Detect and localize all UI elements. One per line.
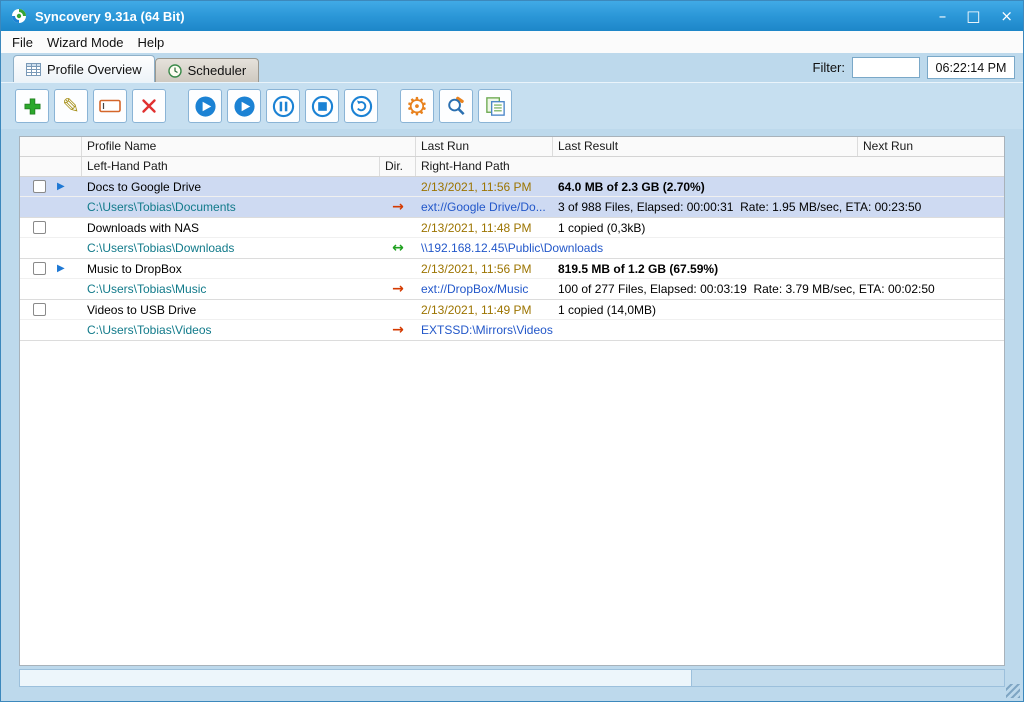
last-result-value: 819.5 MB of 1.2 GB (67.59%) bbox=[558, 261, 719, 276]
profile-name[interactable]: Music to DropBox bbox=[82, 262, 416, 276]
running-indicator-icon: ▶ bbox=[57, 181, 65, 192]
stop-icon bbox=[311, 95, 334, 118]
last-result-value: 64.0 MB of 2.3 GB (2.70%) bbox=[558, 179, 705, 194]
last-run-value: 2/13/2021, 11:49 PM bbox=[421, 302, 532, 317]
profile-checkbox[interactable] bbox=[33, 262, 46, 275]
table-header-row-1: Profile Name Last Run Last Result Next R… bbox=[20, 137, 1004, 157]
tab-strip: Profile Overview Scheduler Filter: 06:22… bbox=[1, 53, 1023, 82]
copy-profiles-button[interactable] bbox=[478, 89, 512, 123]
left-path-link[interactable]: C:\Users\Tobias\Downloads bbox=[82, 241, 380, 255]
scrollbar-thumb[interactable] bbox=[20, 670, 692, 686]
column-header-next-run: Next Run bbox=[863, 139, 914, 153]
rename-profile-button[interactable] bbox=[93, 89, 127, 123]
profile-checkbox[interactable] bbox=[33, 221, 46, 234]
run-attended-play-icon bbox=[233, 95, 256, 118]
sync-direction-icon: → bbox=[392, 281, 404, 297]
column-header-last-run: Last Run bbox=[416, 137, 553, 156]
last-result-value: 1 copied (14,0MB) bbox=[558, 302, 657, 317]
tab-scheduler-label: Scheduler bbox=[187, 63, 247, 78]
profile-name[interactable]: Videos to USB Drive bbox=[82, 303, 416, 317]
restart-button[interactable] bbox=[344, 89, 378, 123]
run-profile-button[interactable] bbox=[188, 89, 222, 123]
resize-grip[interactable] bbox=[1006, 684, 1020, 698]
left-path-link[interactable]: C:\Users\Tobias\Documents bbox=[82, 200, 380, 214]
menu-file[interactable]: File bbox=[5, 33, 40, 52]
column-header-left-path: Left-Hand Path bbox=[82, 157, 380, 176]
profile-row-docs-to-google-drive[interactable]: ▶ Docs to Google Drive 2/13/2021, 11:56 … bbox=[20, 177, 1004, 218]
add-profile-button[interactable] bbox=[15, 89, 49, 123]
right-path-link[interactable]: ext://DropBox/Music bbox=[416, 282, 553, 296]
tab-profile-overview-label: Profile Overview bbox=[47, 61, 142, 77]
stop-button[interactable] bbox=[305, 89, 339, 123]
settings-button[interactable]: ⚙ bbox=[400, 89, 434, 123]
profile-checkbox[interactable] bbox=[33, 180, 46, 193]
column-header-last-result: Last Result bbox=[553, 137, 858, 156]
title-bar: Syncovery 9.31a (64 Bit) – □ × bbox=[1, 1, 1023, 31]
profile-row-downloads-with-nas[interactable]: Downloads with NAS 2/13/2021, 11:48 PM 1… bbox=[20, 218, 1004, 259]
profiles-table: Profile Name Last Run Last Result Next R… bbox=[19, 136, 1005, 666]
tab-scheduler[interactable]: Scheduler bbox=[154, 58, 260, 82]
maximize-button[interactable]: □ bbox=[966, 8, 980, 24]
tab-profile-overview[interactable]: Profile Overview bbox=[13, 55, 155, 82]
column-header-dir: Dir. bbox=[380, 157, 416, 176]
profile-row-music-to-dropbox[interactable]: ▶ Music to DropBox 2/13/2021, 11:56 PM 8… bbox=[20, 259, 1004, 300]
progress-detail: 3 of 988 Files, Elapsed: 00:00:31 Rate: … bbox=[558, 200, 922, 214]
filter-input[interactable] bbox=[852, 57, 920, 78]
right-path-link[interactable]: EXTSSD:\Mirrors\Videos bbox=[416, 323, 553, 337]
menu-help[interactable]: Help bbox=[131, 33, 172, 52]
progress-detail: 100 of 277 Files, Elapsed: 00:03:19 Rate… bbox=[558, 282, 935, 296]
profile-name[interactable]: Docs to Google Drive bbox=[82, 180, 416, 194]
find-tools-button[interactable] bbox=[439, 89, 473, 123]
sync-direction-icon: → bbox=[392, 322, 404, 338]
last-result-value: 1 copied (0,3kB) bbox=[558, 220, 646, 235]
run-play-icon bbox=[194, 95, 217, 118]
clock-display: 06:22:14 PM bbox=[927, 56, 1015, 79]
delete-x-icon bbox=[141, 98, 157, 114]
toolbar: ✎ ⚙ bbox=[1, 82, 1023, 129]
pause-button[interactable] bbox=[266, 89, 300, 123]
last-run-value: 2/13/2021, 11:56 PM bbox=[421, 261, 532, 276]
delete-profile-button[interactable] bbox=[132, 89, 166, 123]
add-profile-plus-icon bbox=[23, 97, 42, 116]
edit-profile-button[interactable]: ✎ bbox=[54, 89, 88, 123]
last-run-value: 2/13/2021, 11:48 PM bbox=[421, 220, 532, 235]
profile-name[interactable]: Downloads with NAS bbox=[82, 221, 416, 235]
window-title: Syncovery 9.31a (64 Bit) bbox=[35, 8, 185, 24]
left-path-link[interactable]: C:\Users\Tobias\Videos bbox=[82, 323, 380, 337]
last-run-value: 2/13/2021, 11:56 PM bbox=[421, 179, 532, 194]
table-header-row-2: Left-Hand Path Dir. Right-Hand Path bbox=[20, 157, 1004, 177]
profile-row-videos-to-usb-drive[interactable]: Videos to USB Drive 2/13/2021, 11:49 PM … bbox=[20, 300, 1004, 341]
sync-direction-icon: ↔ bbox=[392, 240, 404, 256]
run-attended-button[interactable] bbox=[227, 89, 261, 123]
settings-gear-icon: ⚙ bbox=[405, 91, 429, 121]
pause-icon bbox=[272, 95, 295, 118]
copy-profiles-icon bbox=[484, 95, 507, 118]
minimize-button[interactable]: – bbox=[939, 8, 947, 24]
sync-direction-icon: → bbox=[392, 199, 404, 215]
menu-bar: File Wizard Mode Help bbox=[1, 31, 1023, 53]
right-path-link[interactable]: ext://Google Drive/Do... bbox=[416, 200, 553, 214]
close-button[interactable]: × bbox=[1000, 8, 1013, 24]
filter-label: Filter: bbox=[812, 60, 846, 75]
right-path-link[interactable]: \\192.168.12.45\Public\Downloads bbox=[416, 241, 603, 255]
profile-checkbox[interactable] bbox=[33, 303, 46, 316]
rename-field-icon bbox=[99, 98, 121, 114]
left-path-link[interactable]: C:\Users\Tobias\Music bbox=[82, 282, 380, 296]
column-header-profile-name: Profile Name bbox=[82, 137, 416, 156]
restart-icon bbox=[350, 95, 373, 118]
running-indicator-icon: ▶ bbox=[57, 263, 65, 274]
app-logo-icon bbox=[11, 8, 27, 24]
edit-pencil-icon: ✎ bbox=[62, 93, 80, 118]
column-header-right-path: Right-Hand Path bbox=[421, 159, 510, 173]
scheduler-clock-icon bbox=[167, 63, 182, 78]
magnifier-wrench-icon bbox=[445, 95, 468, 118]
app-window: Syncovery 9.31a (64 Bit) – □ × File Wiza… bbox=[0, 0, 1024, 702]
horizontal-scrollbar[interactable] bbox=[19, 669, 1005, 687]
menu-wizard-mode[interactable]: Wizard Mode bbox=[40, 33, 131, 52]
profile-overview-grid-icon bbox=[26, 62, 41, 76]
